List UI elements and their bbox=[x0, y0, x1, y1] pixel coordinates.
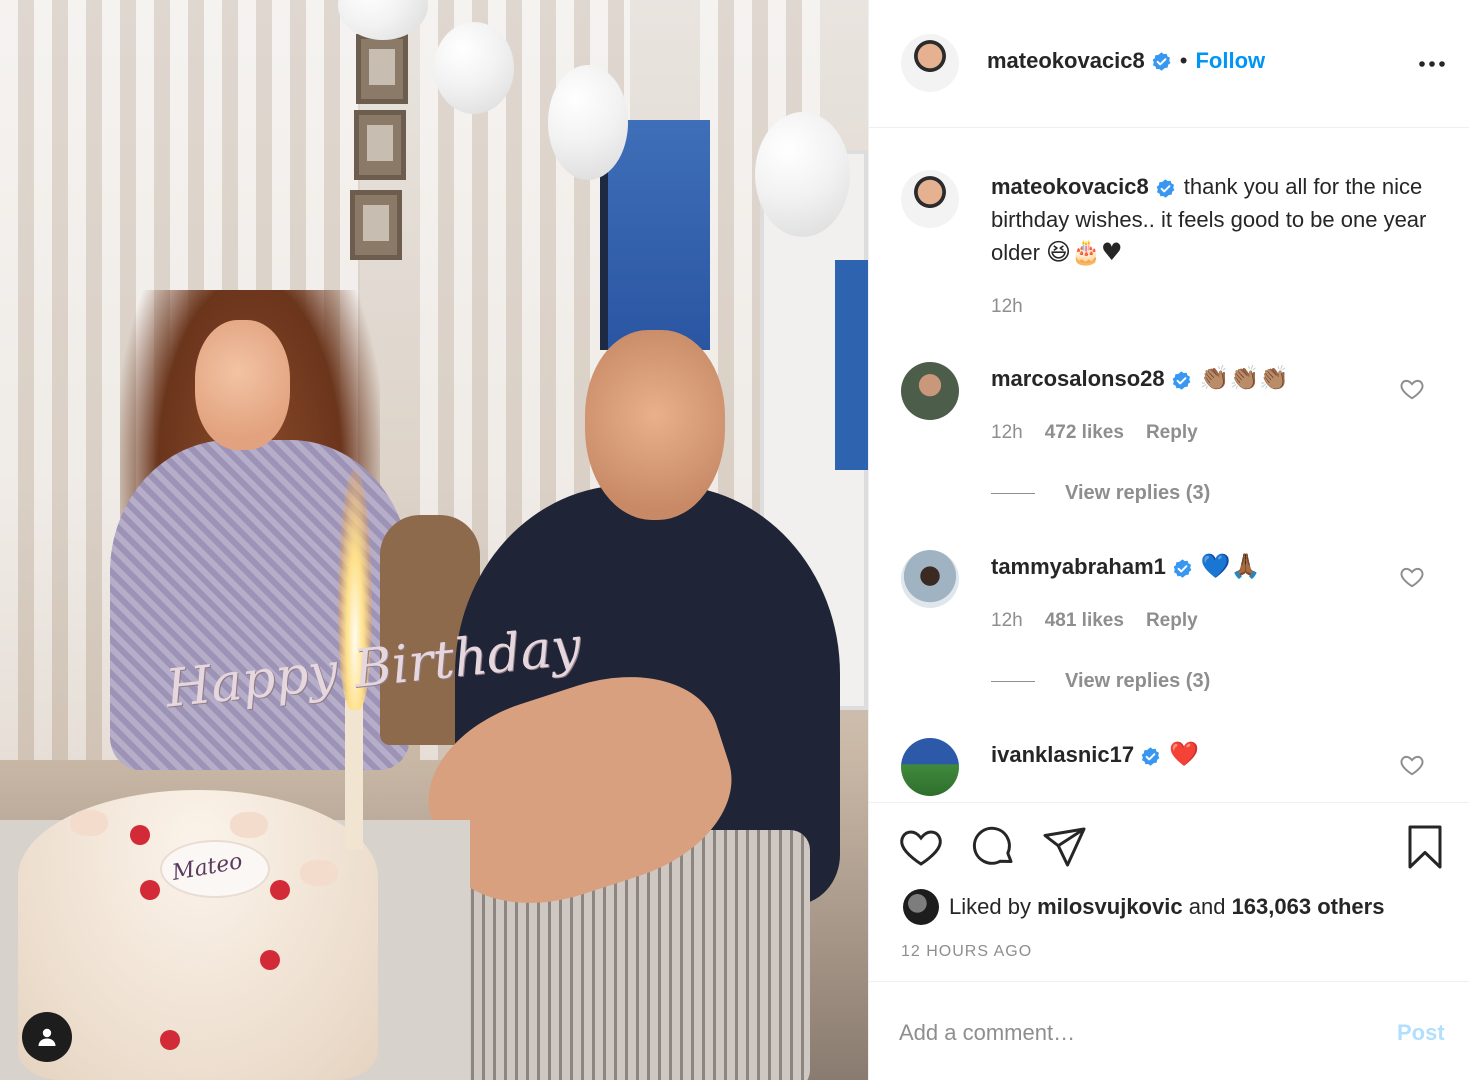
verified-badge-icon bbox=[1152, 51, 1171, 71]
likes-summary: Liked by milosvujkovic and 163,063 other… bbox=[903, 889, 1384, 925]
liker-username[interactable]: milosvujkovic bbox=[1037, 894, 1183, 920]
comment: ivanklasnic17 ❤️ bbox=[991, 738, 1391, 771]
wall-frame bbox=[356, 34, 408, 104]
view-replies-button[interactable]: View replies (3) bbox=[991, 482, 1210, 505]
candle bbox=[345, 700, 363, 850]
comment-meta: 12h 481 likes Reply bbox=[991, 610, 1198, 632]
verified-badge-icon bbox=[1141, 747, 1160, 766]
comment-like-heart-icon[interactable] bbox=[1399, 376, 1425, 402]
post-photo[interactable]: Happy Birthday Mateo bbox=[0, 0, 868, 1080]
reply-button[interactable]: Reply bbox=[1146, 610, 1198, 632]
caption-meta: 12h bbox=[991, 296, 1023, 318]
post-header: mateokovacic8 • Follow bbox=[869, 0, 1469, 128]
comment-likes[interactable]: 481 likes bbox=[1045, 610, 1124, 632]
comment-text: 👏🏽👏🏽👏🏽 bbox=[1199, 364, 1290, 392]
post-side-panel: mateokovacic8 • Follow mateokovacic8 than… bbox=[868, 0, 1469, 1080]
more-options-icon[interactable] bbox=[1417, 52, 1447, 76]
comment: marcosalonso28 👏🏽👏🏽👏🏽 bbox=[991, 362, 1391, 395]
comment-icon[interactable] bbox=[969, 823, 1017, 871]
wall-frame bbox=[350, 190, 402, 260]
share-icon[interactable] bbox=[1041, 823, 1089, 871]
liker-avatar[interactable] bbox=[903, 889, 939, 925]
comment-text: 💙🙏🏾 bbox=[1200, 552, 1261, 580]
berry bbox=[130, 825, 150, 845]
comment-like-heart-icon[interactable] bbox=[1399, 752, 1425, 778]
likes-conj: and bbox=[1188, 894, 1226, 919]
verified-badge-icon bbox=[1173, 559, 1192, 578]
comment-avatar[interactable] bbox=[901, 738, 959, 796]
comment-meta: 12h 472 likes Reply bbox=[991, 422, 1198, 444]
berry bbox=[140, 880, 160, 900]
macaron bbox=[300, 860, 338, 886]
comment: tammyabraham1 💙🙏🏾 bbox=[991, 550, 1391, 583]
woman-face bbox=[195, 320, 290, 450]
view-replies-label[interactable]: View replies (3) bbox=[1065, 670, 1210, 693]
view-replies-label[interactable]: View replies (3) bbox=[1065, 482, 1210, 505]
wall-frame bbox=[354, 110, 406, 180]
separator-dot: • bbox=[1179, 48, 1188, 73]
caption-time[interactable]: 12h bbox=[991, 296, 1023, 318]
view-replies-button[interactable]: View replies (3) bbox=[991, 670, 1210, 693]
post-comment-button[interactable]: Post bbox=[1397, 1020, 1445, 1046]
comment-avatar[interactable] bbox=[901, 362, 959, 420]
comment-username[interactable]: ivanklasnic17 bbox=[991, 742, 1134, 767]
comment-time[interactable]: 12h bbox=[991, 610, 1023, 632]
balloon bbox=[548, 65, 628, 180]
user-tag-icon[interactable] bbox=[22, 1012, 72, 1062]
comment-input[interactable] bbox=[899, 1016, 1369, 1050]
macaron bbox=[70, 810, 108, 836]
balloon bbox=[434, 22, 514, 114]
likes-prefix: Liked by bbox=[949, 894, 1031, 919]
man-head bbox=[585, 330, 725, 520]
comment-text: ❤️ bbox=[1169, 740, 1199, 768]
comment-username[interactable]: tammyabraham1 bbox=[991, 554, 1166, 579]
door-glass bbox=[835, 260, 868, 470]
comment-time[interactable]: 12h bbox=[991, 422, 1023, 444]
add-comment-bar: Post bbox=[869, 982, 1469, 1080]
post-actions: Liked by milosvujkovic and 163,063 other… bbox=[869, 802, 1469, 982]
post-timestamp[interactable]: 12 HOURS AGO bbox=[901, 943, 1032, 961]
bookmark-icon[interactable] bbox=[1401, 823, 1449, 871]
berry bbox=[270, 880, 290, 900]
likes-others[interactable]: 163,063 others bbox=[1232, 894, 1385, 920]
macaron bbox=[230, 812, 268, 838]
heart-icon[interactable] bbox=[897, 823, 945, 871]
comment-likes[interactable]: 472 likes bbox=[1045, 422, 1124, 444]
verified-badge-icon bbox=[1172, 371, 1190, 390]
replies-divider bbox=[991, 681, 1035, 682]
author-avatar[interactable] bbox=[901, 34, 959, 92]
comment-avatar[interactable] bbox=[901, 550, 959, 608]
caption-emojis: 😆🎂♥ bbox=[1046, 238, 1123, 266]
birthday-cake bbox=[18, 790, 378, 1080]
verified-badge-icon bbox=[1156, 179, 1175, 198]
berry bbox=[260, 950, 280, 970]
follow-button[interactable]: Follow bbox=[1195, 48, 1265, 74]
author-username[interactable]: mateokovacic8 bbox=[987, 48, 1145, 74]
comments-list[interactable]: mateokovacic8 thank you all for the nice … bbox=[869, 128, 1469, 802]
comment-username[interactable]: marcosalonso28 bbox=[991, 366, 1165, 391]
balloon bbox=[755, 112, 850, 237]
reply-button[interactable]: Reply bbox=[1146, 422, 1198, 444]
caption: mateokovacic8 thank you all for the nice … bbox=[991, 170, 1441, 269]
comment-like-heart-icon[interactable] bbox=[1399, 564, 1425, 590]
replies-divider bbox=[991, 493, 1035, 494]
berry bbox=[160, 1030, 180, 1050]
caption-author-avatar[interactable] bbox=[901, 170, 959, 228]
caption-username[interactable]: mateokovacic8 bbox=[991, 174, 1149, 199]
